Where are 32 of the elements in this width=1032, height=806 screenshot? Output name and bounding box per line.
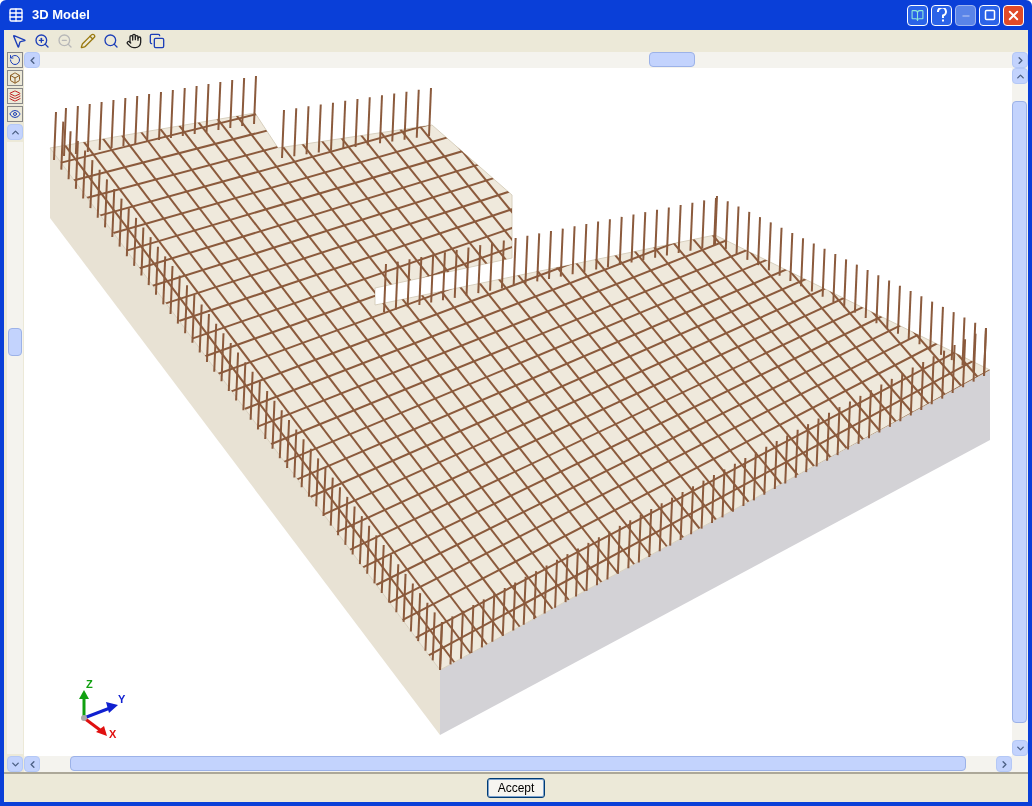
close-icon[interactable]	[1003, 4, 1024, 26]
layers-icon[interactable]	[7, 88, 23, 104]
scroll-thumb[interactable]	[649, 52, 695, 67]
scroll-down-button[interactable]	[1012, 740, 1028, 756]
scroll-right-button[interactable]	[996, 756, 1012, 772]
maximize-icon[interactable]	[979, 4, 1000, 26]
accept-button[interactable]: Accept	[487, 778, 545, 798]
y-axis-label: Y	[118, 693, 126, 705]
book-icon[interactable]	[907, 4, 928, 26]
copy-view-icon[interactable]	[148, 32, 166, 50]
help-icon[interactable]	[931, 4, 952, 26]
scroll-left-button[interactable]	[24, 756, 40, 772]
scroll-up-button[interactable]	[7, 124, 23, 140]
scroll-thumb[interactable]	[8, 328, 22, 356]
model-viewport[interactable]: Z Y X	[24, 68, 1012, 756]
window-title: 3D Model	[32, 6, 90, 25]
scroll-right-button[interactable]	[1012, 52, 1028, 68]
rotate-icon[interactable]	[7, 52, 23, 68]
scroll-left-button[interactable]	[24, 52, 40, 68]
pencil-icon[interactable]	[79, 32, 97, 50]
x-axis-label: X	[109, 728, 117, 740]
select-pointer-icon[interactable]	[10, 32, 28, 50]
eye-icon[interactable]	[7, 106, 23, 122]
cube-icon[interactable]	[7, 70, 23, 86]
scroll-thumb[interactable]	[70, 756, 966, 771]
scroll-up-button[interactable]	[1012, 68, 1028, 84]
pan-hand-icon[interactable]	[125, 32, 143, 50]
window-icon	[8, 7, 24, 23]
minimize-icon[interactable]	[955, 4, 976, 26]
scroll-thumb[interactable]	[1012, 101, 1027, 723]
z-axis-label: Z	[86, 678, 93, 690]
scroll-down-button[interactable]	[7, 756, 23, 772]
